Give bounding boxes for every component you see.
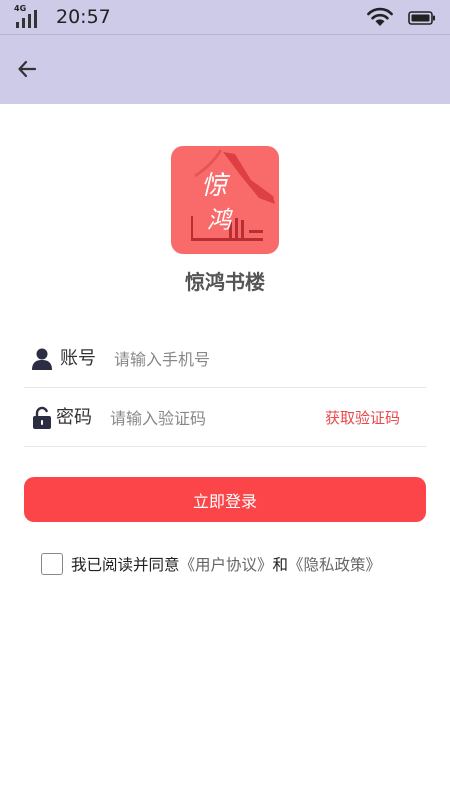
agreement-conjunction: 和 [272,556,289,574]
verification-code-input[interactable] [110,404,310,432]
user-agreement-link[interactable]: 《用户协议》 [180,553,273,575]
logo-calligraphy-1: 惊 [201,171,231,201]
account-label: 账号 [60,348,96,369]
logo-calligraphy-2: 鸿 [207,206,233,234]
privacy-policy-link[interactable]: 《隐私政策》 [288,553,381,575]
get-code-button[interactable]: 获取验证码 [325,404,400,432]
top-bar: 4G 20:57 [0,0,450,104]
back-button[interactable] [12,54,42,84]
app-name: 惊鸿书楼 [185,270,265,294]
lock-icon [33,406,51,429]
arrow-left-icon [18,60,37,78]
agreement-prefix: 我已阅读并同意 [71,556,180,574]
app-logo: 惊 鸿 [171,146,279,254]
battery-icon [408,10,436,25]
login-button[interactable]: 立即登录 [24,477,426,522]
code-row: 密码 获取验证码 [24,390,426,447]
signal-icon: 4G [14,5,44,29]
wifi-icon [366,7,394,27]
status-time: 20:57 [56,6,111,28]
account-row: 账号 [24,331,426,388]
user-icon [32,348,52,370]
code-label: 密码 [56,407,92,428]
agreement-checkbox[interactable] [41,553,63,575]
status-divider [0,34,450,35]
agreement-row: 我已阅读并同意 《用户协议》 和 《隐私政策》 [41,551,381,577]
phone-input[interactable] [114,345,414,373]
status-bar: 4G 20:57 [0,0,450,34]
